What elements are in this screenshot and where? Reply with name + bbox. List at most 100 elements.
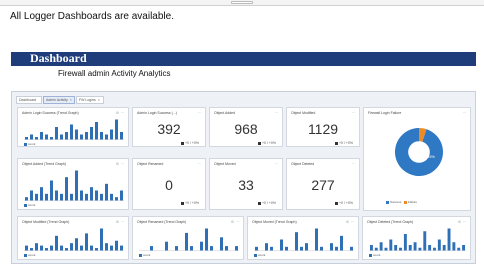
bar [35,193,38,201]
panel-menu-icon[interactable]: ⚙ ⋯ [231,220,240,224]
bar [418,247,422,251]
bar [30,190,33,201]
bar [413,242,417,251]
object-renamed-trend-chart [139,228,239,251]
bar [305,243,308,251]
object-modified-panel: Object Modified ⋯ 1129 +0 / +0% [286,107,360,147]
bar [25,137,28,140]
panel-menu-icon[interactable]: ⋯ [198,111,202,115]
bar [65,132,68,140]
bar [35,243,38,251]
page-headline: All Logger Dashboards are available. [10,11,174,22]
object-modified-trend-panel: Object Modified (Trend Graph) ⚙ ⋯ count [17,216,129,260]
bar [235,246,238,251]
panel-menu-icon[interactable]: ⚙ ⋯ [116,162,125,166]
panel-menu-icon[interactable]: ⋯ [198,162,202,166]
bar [105,243,108,251]
bar [255,246,258,251]
close-icon[interactable]: × [70,98,72,102]
bar [399,247,402,251]
panel-menu-icon[interactable]: ⋯ [352,111,356,115]
bar [45,193,48,201]
tab-fw-logins[interactable]: FW Logins × [76,96,104,104]
bar [60,193,63,201]
bar [75,238,78,251]
bar [369,245,373,251]
bar [120,132,123,140]
bar [95,122,98,140]
bar [70,193,73,201]
banner-title: Dashboard [30,51,87,65]
panel-menu-icon[interactable]: ⋯ [275,111,279,115]
chart-legend: count [254,253,265,257]
tab-admin-activity[interactable]: Admin Activity × [43,96,75,104]
bar [85,193,88,201]
bar [335,246,338,251]
object-moved-value: 33 [238,177,254,193]
bar [30,134,33,140]
admin-login-success-value: 392 [157,121,181,137]
bar [50,245,53,251]
bar [90,187,93,201]
drag-handle[interactable] [231,1,253,4]
bar [175,246,178,251]
tab-dashboard[interactable]: Dashboard [16,96,42,104]
bar [120,245,123,251]
bar [75,170,78,201]
bar [280,239,283,251]
trend-delta: +0 / +0% [180,141,199,145]
bar [220,237,223,251]
panel-menu-icon[interactable]: ⋯ [352,162,356,166]
dashboard-screenshot: Dashboard Admin Activity × FW Logins × Adm… [11,91,476,264]
bar [105,134,108,140]
bar [394,245,398,251]
bar [210,246,213,251]
bar [85,233,88,251]
bar [315,228,318,251]
bar [70,124,73,140]
admin-login-success-panel: Admin Login Success (...) ⋯ 392 +0 / +0% [132,107,206,147]
trend-delta: +0 / +0% [334,141,353,145]
bar [40,245,43,251]
trend-delta: +0 / +0% [257,141,276,145]
bar [110,193,113,201]
bar [100,132,103,140]
bar [40,187,43,201]
bar [90,127,93,140]
panel-menu-icon[interactable]: ⋯ [275,162,279,166]
object-moved-panel: Object Moved ⋯ 33 +0 / +0% [209,158,283,210]
chart-legend: count [24,203,35,207]
bar [50,180,53,201]
pie-label: 95% [427,154,435,159]
bar [25,245,28,251]
bar [65,248,68,251]
object-renamed-trend-panel: Object Renamed (Trend Graph) ⚙ ⋯ count [132,216,244,260]
bar [330,243,333,251]
firewall-login-failure-panel: Firewall Login Failure ⋯ 95% Success Fai… [363,107,471,211]
bar [408,245,412,251]
panel-menu-icon[interactable]: ⚙ ⋯ [116,111,125,115]
firewall-login-pie: 95% [395,128,443,176]
bar [115,197,118,201]
panel-menu-icon[interactable]: ⚙ ⋯ [458,220,467,224]
bar [200,241,203,251]
bar [45,248,48,251]
bar [285,246,288,251]
bar [300,246,303,251]
bar [100,228,103,251]
panel-menu-icon[interactable]: ⚙ ⋯ [346,220,355,224]
bar [60,134,63,140]
object-added-panel: Object Added ⋯ 968 +0 / +0% [209,107,283,147]
close-icon[interactable]: × [98,98,100,102]
bar [90,245,93,251]
bar [295,232,298,251]
trend-delta: +0 / +0% [180,201,199,205]
bar [110,129,113,140]
panel-menu-icon[interactable]: ⋯ [463,111,467,115]
panel-menu-icon[interactable]: ⚙ ⋯ [116,220,125,224]
bar [205,228,208,251]
chart-legend: count [24,253,35,257]
bar [384,247,388,251]
object-renamed-value: 0 [165,177,173,193]
bar [55,190,58,201]
